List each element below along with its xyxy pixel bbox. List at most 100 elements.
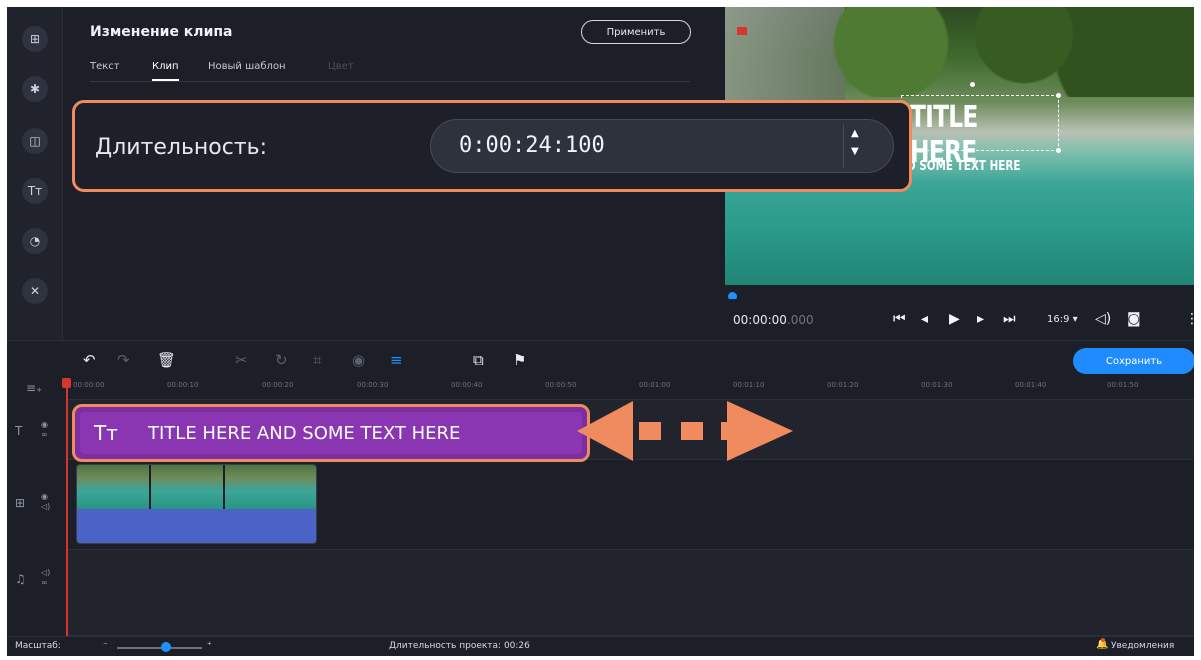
stickers-icon[interactable]: ◔ xyxy=(22,228,48,254)
music-track-volume-icon[interactable]: ◁) ∞ xyxy=(41,568,50,588)
ruler-tick: 00:01:10 xyxy=(733,381,765,389)
ruler-tick: 00:00:20 xyxy=(262,381,294,389)
timecode-main: 00:00:00 xyxy=(733,313,787,327)
timecode-ms: .000 xyxy=(786,313,814,327)
tab-text[interactable]: Текст xyxy=(90,61,120,72)
clip-thumbnail xyxy=(151,465,224,509)
music-track[interactable] xyxy=(68,550,1194,636)
play-icon[interactable]: ▶ xyxy=(949,311,960,327)
zoom-slider-knob[interactable] xyxy=(161,642,171,652)
delete-icon[interactable]: 🗑 xyxy=(157,351,176,369)
project-duration: Длительность проекта: 00:26 xyxy=(389,641,530,651)
cut-icon: ✂ xyxy=(235,351,248,369)
tab-new-template[interactable]: Новый шаблон xyxy=(208,61,286,72)
app-window: ⊞ ✱ ◫ Tт ◔ ✕ Изменение клипа Применить Т… xyxy=(7,7,1194,656)
title-track-visibility-icon[interactable]: ◉ ∞ xyxy=(41,420,48,440)
resize-handle[interactable] xyxy=(1056,93,1061,98)
ruler-tick: 00:00:40 xyxy=(451,381,483,389)
ruler-tick: 00:01:30 xyxy=(921,381,953,389)
title-clip-callout[interactable]: Tт TITLE HERE AND SOME TEXT HERE xyxy=(72,404,590,462)
record-indicator xyxy=(737,27,747,35)
clip-thumbnail xyxy=(77,465,150,509)
preview-subtitle-text: D SOME TEXT HERE xyxy=(907,159,1021,174)
ruler-tick: 00:00:30 xyxy=(357,381,389,389)
overlay-icon[interactable]: ⧉ xyxy=(473,351,484,369)
color-icon: ◉ xyxy=(352,351,366,369)
clip-audio-band xyxy=(77,509,316,543)
ruler-tick: 00:00:10 xyxy=(167,381,199,389)
magic-icon[interactable]: ✱ xyxy=(22,76,48,102)
status-bar: Масштаб: ₋ ₊ Длительность проекта: 00:26… xyxy=(7,636,1194,656)
transitions-icon[interactable]: ◫ xyxy=(22,128,48,154)
aspect-ratio-value: 16:9 xyxy=(1047,314,1070,325)
tools-icon[interactable]: ✕ xyxy=(22,278,48,304)
titles-icon: Tт xyxy=(94,421,118,445)
title-clip[interactable]: Tт TITLE HERE AND SOME TEXT HERE xyxy=(80,412,582,454)
arrow-right-shape xyxy=(727,401,793,461)
step-back-icon[interactable]: ◂ xyxy=(921,311,928,327)
duration-divider xyxy=(843,124,844,168)
zoom-in-icon[interactable]: ₊ xyxy=(207,638,212,648)
duration-value[interactable]: 0:00:24:100 xyxy=(459,133,605,158)
title-clip-label: TITLE HERE AND SOME TEXT HERE xyxy=(148,423,461,444)
resize-handle[interactable] xyxy=(970,82,975,87)
tool-sidebar: ⊞ ✱ ◫ Tт ◔ ✕ xyxy=(7,7,63,340)
stepper-up-icon[interactable]: ▲ xyxy=(851,128,859,139)
crop-icon: ⌗ xyxy=(313,351,322,369)
clip-thumbnail xyxy=(225,465,316,509)
skip-start-icon[interactable]: ⏮ xyxy=(893,311,906,327)
arrow-left-shape xyxy=(577,401,633,461)
arrow-dash xyxy=(639,422,661,440)
preview-timecode: 00:00:00.000 xyxy=(733,313,814,327)
zoom-label: Масштаб: xyxy=(15,641,61,651)
tab-clip[interactable]: Клип xyxy=(152,61,179,81)
step-forward-icon[interactable]: ▸ xyxy=(977,311,984,327)
playhead[interactable] xyxy=(66,379,68,639)
snapshot-icon[interactable]: ◙ xyxy=(1127,311,1141,327)
arrow-dash xyxy=(681,422,703,440)
panel-title: Изменение клипа xyxy=(90,24,233,40)
rotate-icon: ↻ xyxy=(275,351,288,369)
tab-color: Цвет xyxy=(328,61,354,72)
ruler-tick: 00:01:00 xyxy=(639,381,671,389)
aspect-ratio-select[interactable]: 16:9 ▾ xyxy=(1047,314,1078,325)
video-track-icon: ⊞ xyxy=(15,496,26,510)
zoom-slider-track[interactable] xyxy=(117,647,202,649)
player-controls: 00:00:00.000 ⏮ ◂ ▶ ▸ ⏭ 16:9 ▾ ◁) ◙ ⋮ xyxy=(725,299,1194,340)
marker-icon[interactable]: ⚑ xyxy=(513,351,526,369)
skip-end-icon[interactable]: ⏭ xyxy=(1003,311,1016,327)
add-track-icon[interactable]: ≡₊ xyxy=(26,381,42,395)
title-track-icon: T xyxy=(15,424,23,438)
ruler-tick: 00:00:50 xyxy=(545,381,577,389)
title-overlay-frame[interactable]: TITLE HERE xyxy=(901,95,1059,170)
ruler-tick: 00:00:00 xyxy=(73,381,105,389)
volume-icon[interactable]: ◁) xyxy=(1095,311,1111,327)
music-track-icon: ♫ xyxy=(15,572,26,586)
undo-icon[interactable]: ↶ xyxy=(83,351,96,369)
zoom-out-icon[interactable]: ₋ xyxy=(103,638,108,648)
resize-handle[interactable] xyxy=(1056,148,1061,153)
more-icon[interactable]: ⋮ xyxy=(1185,311,1194,327)
duration-label: Длительность: xyxy=(95,135,268,160)
clip-properties-icon[interactable]: ≡ xyxy=(390,351,403,369)
import-icon[interactable]: ⊞ xyxy=(22,26,48,52)
track-headers: T ◉ ∞ ⊞ ◉ ◁) ♫ ◁) ∞ xyxy=(7,400,67,640)
ruler-tick: 00:01:40 xyxy=(1015,381,1047,389)
titles-icon[interactable]: Tт xyxy=(22,178,48,204)
ruler-tick: 00:01:20 xyxy=(827,381,859,389)
save-button[interactable]: Сохранить xyxy=(1073,348,1194,374)
notification-dot xyxy=(1101,638,1105,642)
stepper-down-icon[interactable]: ▼ xyxy=(851,146,859,157)
duration-field[interactable]: 0:00:24:100 ▲ ▼ xyxy=(430,119,894,173)
preview-seekbar[interactable] xyxy=(725,285,1194,301)
duration-callout: Длительность: 0:00:24:100 ▲ ▼ xyxy=(72,100,912,192)
panel-tabs: Текст Клип Новый шаблон Цвет xyxy=(90,57,690,82)
preview-foliage xyxy=(815,7,1194,97)
redo-icon: ↷ xyxy=(117,351,130,369)
timeline-ruler[interactable]: 00:00:00 00:00:10 00:00:20 00:00:30 00:0… xyxy=(67,378,1194,400)
ruler-tick: 00:01:50 xyxy=(1107,381,1139,389)
video-clip[interactable] xyxy=(76,464,317,544)
video-track-visibility-icon[interactable]: ◉ ◁) xyxy=(41,492,50,512)
apply-button[interactable]: Применить xyxy=(581,20,691,44)
notifications-link[interactable]: Уведомления xyxy=(1111,641,1174,651)
